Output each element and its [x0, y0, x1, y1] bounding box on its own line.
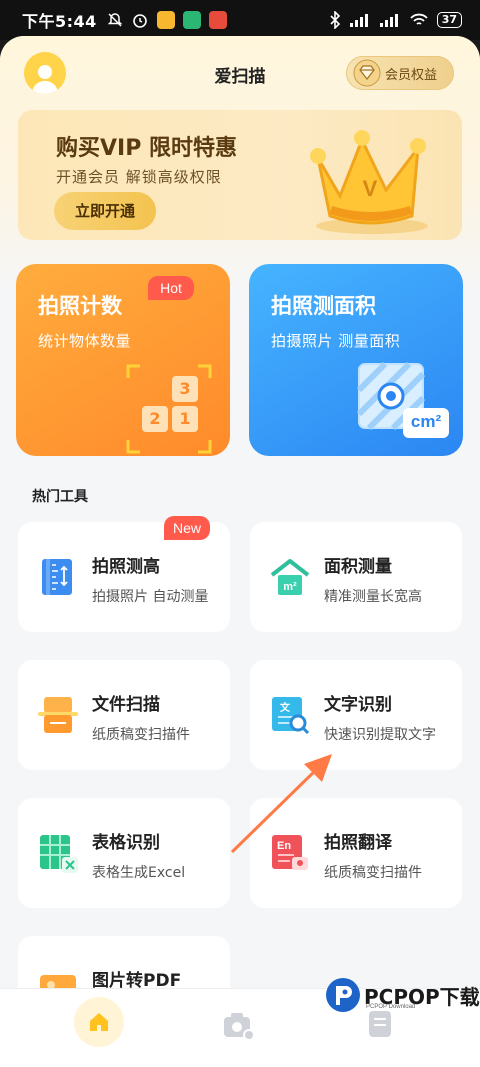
scanner-icon — [38, 697, 78, 733]
tool-title: 表格识别 — [92, 833, 160, 853]
nav-home-button[interactable] — [74, 997, 124, 1047]
crown-icon: V — [310, 130, 428, 234]
photo-area-subtitle: 拍摄照片 测量面积 — [271, 332, 401, 350]
mute-bell-icon — [107, 13, 123, 27]
watermark-small-text: PCPOP Download — [366, 1004, 416, 1010]
wifi-icon — [410, 13, 428, 25]
home-icon — [90, 1013, 108, 1031]
area-illustration: cm² — [355, 360, 455, 450]
tool-title: 面积测量 — [324, 557, 392, 577]
banner-subtitle: 开通会员 解锁高级权限 — [56, 168, 222, 186]
tool-card-photo-height[interactable]: 拍照测高 拍摄照片 自动测量 New — [18, 516, 230, 632]
status-time: 下午5:44 — [22, 12, 97, 31]
crown-letter: V — [363, 176, 378, 201]
text-recognition-icon: 文 — [272, 697, 310, 735]
app-header: 爱扫描 会员权益 — [0, 36, 480, 108]
signal-2-icon — [379, 14, 398, 27]
notification-icons — [107, 11, 227, 29]
tool-subtitle: 快速识别提取文字 — [324, 727, 436, 743]
hot-badge: Hot — [148, 276, 194, 300]
tool-title: 文字识别 — [324, 695, 392, 715]
tool-subtitle: 精准测量长宽高 — [324, 589, 422, 605]
watermark-logo: PCPOP下载 PCPOP Download — [326, 978, 480, 1012]
diamond-icon — [353, 59, 381, 87]
focus-frame-icon — [126, 364, 212, 454]
nav-camera-button[interactable] — [222, 1011, 256, 1045]
area-measure-icon — [356, 361, 449, 438]
tool-subtitle: 表格生成Excel — [92, 865, 186, 881]
table-excel-icon — [40, 835, 78, 873]
pcpop-logo-icon — [326, 978, 360, 1012]
pointer-arrow-icon — [230, 754, 332, 854]
vip-promo-banner[interactable]: 购买VIP 限时特惠 开通会员 解锁高级权限 立即开通 V — [18, 110, 462, 240]
count-illustration: 3 2 1 — [126, 364, 212, 454]
photo-area-title: 拍照测面积 — [271, 294, 376, 318]
area-unit-label: cm² — [410, 412, 442, 431]
tool-subtitle: 拍摄照片 自动测量 — [92, 589, 209, 605]
shield-icon — [182, 11, 201, 29]
open-vip-button[interactable]: 立即开通 — [54, 192, 156, 230]
vip-benefits-button[interactable]: 会员权益 — [346, 56, 454, 90]
section-title-hot-tools: 热门工具 — [32, 489, 88, 505]
new-badge: New — [164, 516, 210, 540]
app-red-icon — [208, 11, 227, 29]
tool-title: 文件扫描 — [92, 695, 160, 715]
alarm-icon — [133, 14, 147, 28]
photo-count-card[interactable]: 拍照计数 Hot 统计物体数量 3 2 1 — [16, 264, 230, 456]
app-notify-icon — [156, 11, 175, 29]
status-bar: 下午5:44 37 — [0, 0, 480, 40]
vip-benefits-label: 会员权益 — [385, 67, 438, 83]
number-box: 2 — [142, 406, 168, 432]
tool-subtitle: 纸质稿变扫描件 — [324, 865, 422, 881]
tool-card-file-scan[interactable]: 文件扫描 纸质稿变扫描件 — [18, 660, 230, 770]
photo-area-card[interactable]: 拍照测面积 拍摄照片 测量面积 cm² — [249, 264, 463, 456]
photo-count-subtitle: 统计物体数量 — [38, 332, 132, 350]
bluetooth-icon — [330, 11, 340, 29]
app-screen: 爱扫描 会员权益 购买VIP 限时特惠 开通会员 解锁高级权限 立即开通 V 拍… — [0, 36, 480, 1067]
tool-subtitle: 纸质稿变扫描件 — [92, 727, 190, 743]
nav-files-button[interactable] — [366, 1009, 394, 1043]
tool-title: 拍照测高 — [92, 557, 160, 577]
number-box: 3 — [172, 376, 198, 402]
svg-text:m²: m² — [283, 581, 297, 593]
document-icon — [369, 1011, 391, 1037]
camera-icon — [224, 1013, 255, 1041]
signal-icon — [349, 14, 368, 27]
tool-card-area-measure[interactable]: m² 面积测量 精准测量长宽高 — [250, 522, 462, 632]
svg-text:文: 文 — [280, 701, 291, 714]
battery-indicator: 37 — [436, 12, 462, 28]
number-box: 1 — [172, 406, 198, 432]
ruler-height-icon — [42, 559, 72, 595]
tool-card-table-recognition[interactable]: 表格识别 表格生成Excel — [18, 798, 230, 908]
photo-count-title: 拍照计数 — [38, 294, 122, 318]
house-area-icon: m² — [270, 559, 310, 595]
banner-title: 购买VIP 限时特惠 — [56, 136, 237, 161]
